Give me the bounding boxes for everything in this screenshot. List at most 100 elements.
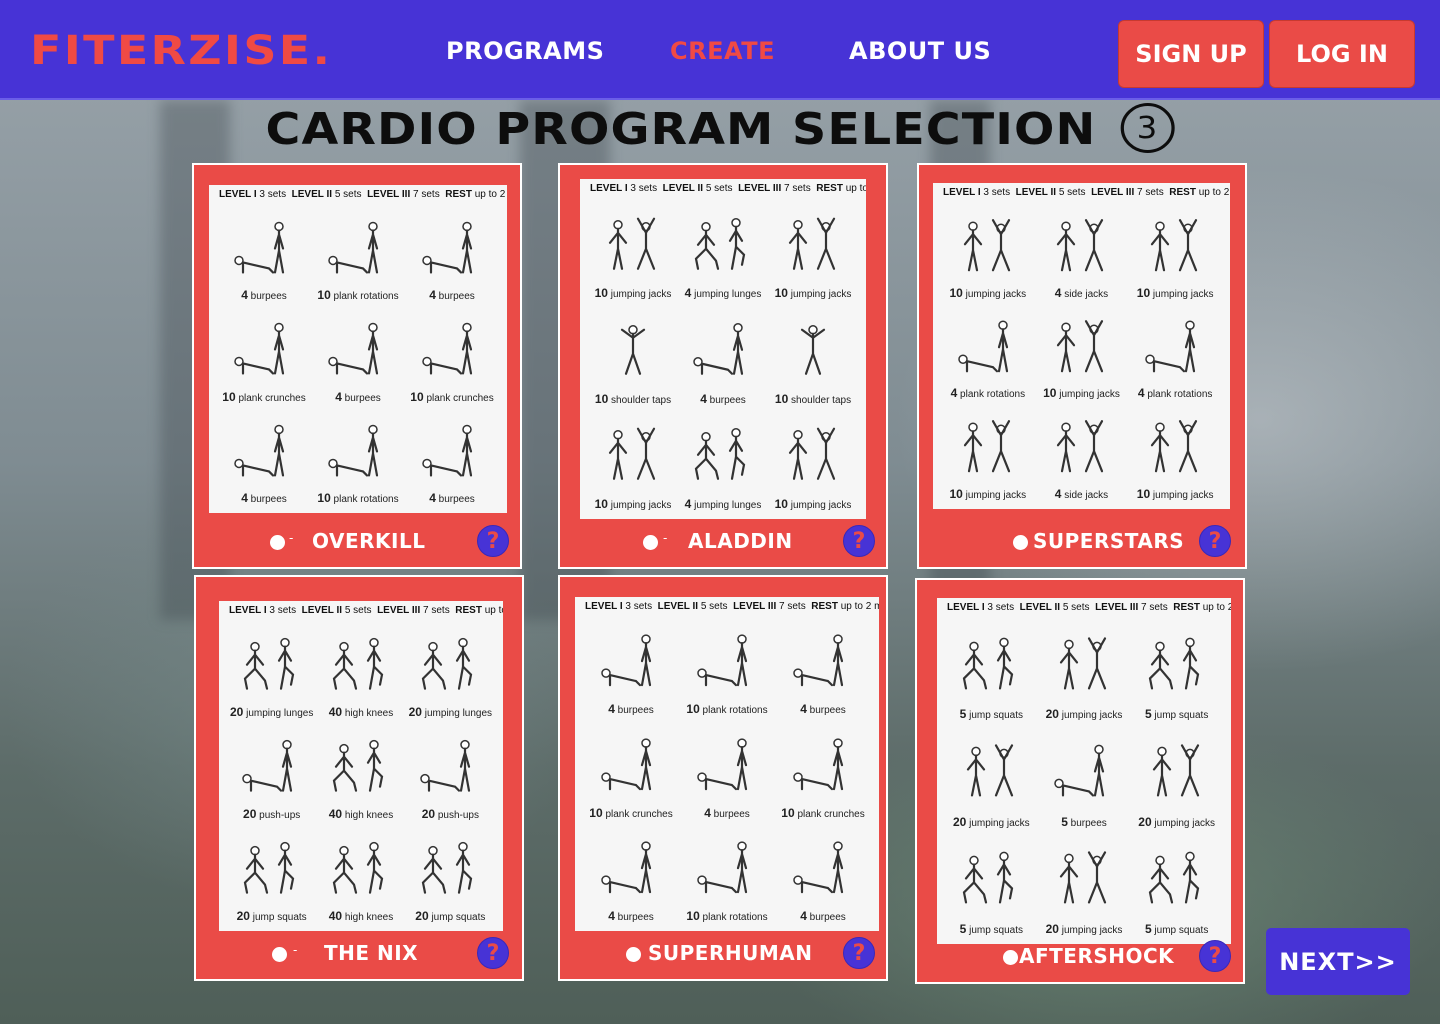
exercise-figure-icon — [596, 731, 666, 799]
exercise-caption: 10 plank crunches — [410, 389, 494, 404]
exercise-figure-icon — [688, 420, 758, 490]
exercise-figure-icon — [956, 629, 1026, 700]
exercise-figure-icon — [1049, 736, 1119, 807]
program-card-the-nix[interactable]: LEVEL I 3 sets LEVEL II 5 sets LEVEL III… — [194, 575, 524, 981]
exercise-caption: 4 burpees — [704, 805, 750, 820]
exercise-cell: 10 jumping jacks — [768, 199, 858, 304]
exercise-figure-icon — [953, 213, 1023, 279]
exercise-figure-icon — [788, 627, 858, 695]
exercise-cell: 10 jumping jacks — [768, 410, 858, 515]
select-program-radio[interactable] — [272, 947, 287, 962]
exercise-caption: 10 shoulder taps — [594, 391, 672, 406]
exercise-figure-icon — [598, 210, 668, 280]
nav-programs[interactable]: PROGRAMS — [446, 37, 604, 65]
exercise-figure-icon — [417, 418, 487, 485]
exercise-cell: 4 burpees — [679, 720, 775, 823]
exercise-cell: 10 plank rotations — [311, 205, 405, 306]
exercise-cell: 10 shoulder taps — [768, 304, 858, 409]
exercise-caption: 4 side jacks — [1054, 486, 1109, 501]
program-name: OVERKILL — [312, 529, 426, 553]
help-icon[interactable]: ? — [477, 525, 509, 557]
top-navigation-bar: FITERZISE. PROGRAMS CREATE ABOUT US SIGN… — [0, 0, 1440, 100]
card-footer: AFTERSHOCK? — [917, 932, 1243, 982]
help-icon[interactable]: ? — [1199, 940, 1231, 972]
exercise-figure-icon — [417, 316, 487, 383]
exercise-cell: 5 jump squats — [1130, 833, 1223, 940]
help-icon[interactable]: ? — [1199, 525, 1231, 557]
help-icon[interactable]: ? — [843, 937, 875, 969]
exercise-caption: 20 push-ups — [243, 807, 301, 821]
exercise-cell: 20 push-ups — [406, 723, 495, 825]
exercise-figure-icon — [1142, 629, 1212, 700]
exercise-cell: 10 plank crunches — [217, 306, 311, 407]
exercise-caption: 5 jump squats — [959, 707, 1024, 722]
help-icon[interactable]: ? — [843, 525, 875, 557]
exercise-caption: 4 jumping lunges — [684, 286, 762, 301]
exercise-figure-icon — [415, 631, 485, 698]
exercise-cell: 5 burpees — [1038, 725, 1131, 832]
exercise-cell: 10 plank crunches — [583, 720, 679, 823]
exercise-figure-icon — [956, 736, 1026, 807]
log-in-button[interactable]: LOG IN — [1269, 20, 1415, 88]
help-icon[interactable]: ? — [477, 937, 509, 969]
exercise-caption: 4 plank rotations — [1137, 386, 1213, 401]
exercise-figure-icon — [1046, 414, 1116, 480]
exercise-cell: 4 side jacks — [1035, 203, 1129, 304]
exercise-figure-icon — [237, 631, 307, 698]
exercise-cell: 10 plank rotations — [311, 408, 405, 509]
exercise-caption: 4 burpees — [608, 702, 654, 717]
nav-about-us[interactable]: ABOUT US — [849, 37, 991, 65]
card-footer: - THE NIX? — [196, 929, 522, 979]
exercise-cell: 40 high knees — [316, 621, 405, 723]
program-name: SUPERHUMAN — [648, 941, 813, 965]
exercise-cell: 10 jumping jacks — [941, 404, 1035, 505]
program-card-aladdin[interactable]: LEVEL I 3 sets LEVEL II 5 sets LEVEL III… — [558, 163, 888, 569]
exercise-figure-icon — [778, 420, 848, 490]
program-card-superstars[interactable]: LEVEL I 3 sets LEVEL II 5 sets LEVEL III… — [917, 163, 1247, 569]
page-title: CARDIO PROGRAM SELECTION 3 — [0, 103, 1440, 157]
exercise-caption: 10 plank rotations — [686, 702, 768, 717]
exercise-cell: 4 burpees — [678, 304, 768, 409]
exercise-cell: 4 burpees — [583, 824, 679, 927]
exercise-figure-icon — [788, 834, 858, 902]
exercise-caption: 10 jumping jacks — [594, 286, 672, 301]
exercise-figure-icon — [778, 315, 848, 385]
exercise-figure-icon — [692, 627, 762, 695]
exercise-cell: 4 burpees — [217, 408, 311, 509]
exercise-cell: 4 jumping lunges — [678, 410, 768, 515]
exercise-caption: 4 burpees — [700, 391, 746, 406]
exercise-caption: 20 jumping jacks — [1138, 814, 1216, 829]
exercise-caption: 4 burpees — [608, 909, 654, 923]
program-card-overkill[interactable]: LEVEL I 3 sets LEVEL II 5 sets LEVEL III… — [192, 163, 522, 569]
exercise-cell: 20 jumping jacks — [1038, 833, 1131, 940]
exercise-figure-icon — [237, 733, 307, 800]
program-card-superhuman[interactable]: LEVEL I 3 sets LEVEL II 5 sets LEVEL III… — [558, 575, 888, 981]
exercise-caption: 20 jumping jacks — [952, 814, 1030, 829]
next-button[interactable]: NEXT>> — [1266, 928, 1410, 995]
program-card-aftershock[interactable]: LEVEL I 3 sets LEVEL II 5 sets LEVEL III… — [915, 578, 1245, 984]
nav-create[interactable]: CREATE — [670, 37, 775, 65]
exercise-cell: 4 burpees — [311, 306, 405, 407]
select-program-radio[interactable] — [643, 535, 658, 550]
card-footer: - OVERKILL? — [194, 517, 520, 567]
program-name: THE NIX — [324, 941, 419, 965]
exercise-figure-icon — [1142, 843, 1212, 914]
sheet-levels-header: LEVEL I 3 sets LEVEL II 5 sets LEVEL III… — [585, 601, 879, 612]
sign-up-button[interactable]: SIGN UP — [1118, 20, 1264, 88]
exercise-cell: 4 burpees — [217, 205, 311, 306]
exercise-caption: 4 burpees — [800, 909, 846, 923]
exercise-figure-icon — [417, 215, 487, 282]
exercise-figure-icon — [415, 733, 485, 800]
exercise-cell: 20 jump squats — [227, 825, 316, 927]
exercise-cell: 5 jump squats — [945, 833, 1038, 940]
step-number-badge: 3 — [1120, 103, 1175, 153]
exercise-caption: 10 plank rotations — [317, 288, 399, 303]
exercise-caption: 10 jumping jacks — [949, 285, 1027, 300]
select-program-radio[interactable] — [1013, 535, 1028, 550]
select-program-radio[interactable] — [270, 535, 285, 550]
exercise-cell: 10 plank rotations — [679, 617, 775, 720]
select-program-radio[interactable] — [626, 947, 641, 962]
exercise-caption: 10 jumping jacks — [1136, 486, 1214, 501]
select-program-radio[interactable] — [1003, 950, 1018, 965]
brand-logo[interactable]: FITERZISE. — [30, 28, 332, 74]
